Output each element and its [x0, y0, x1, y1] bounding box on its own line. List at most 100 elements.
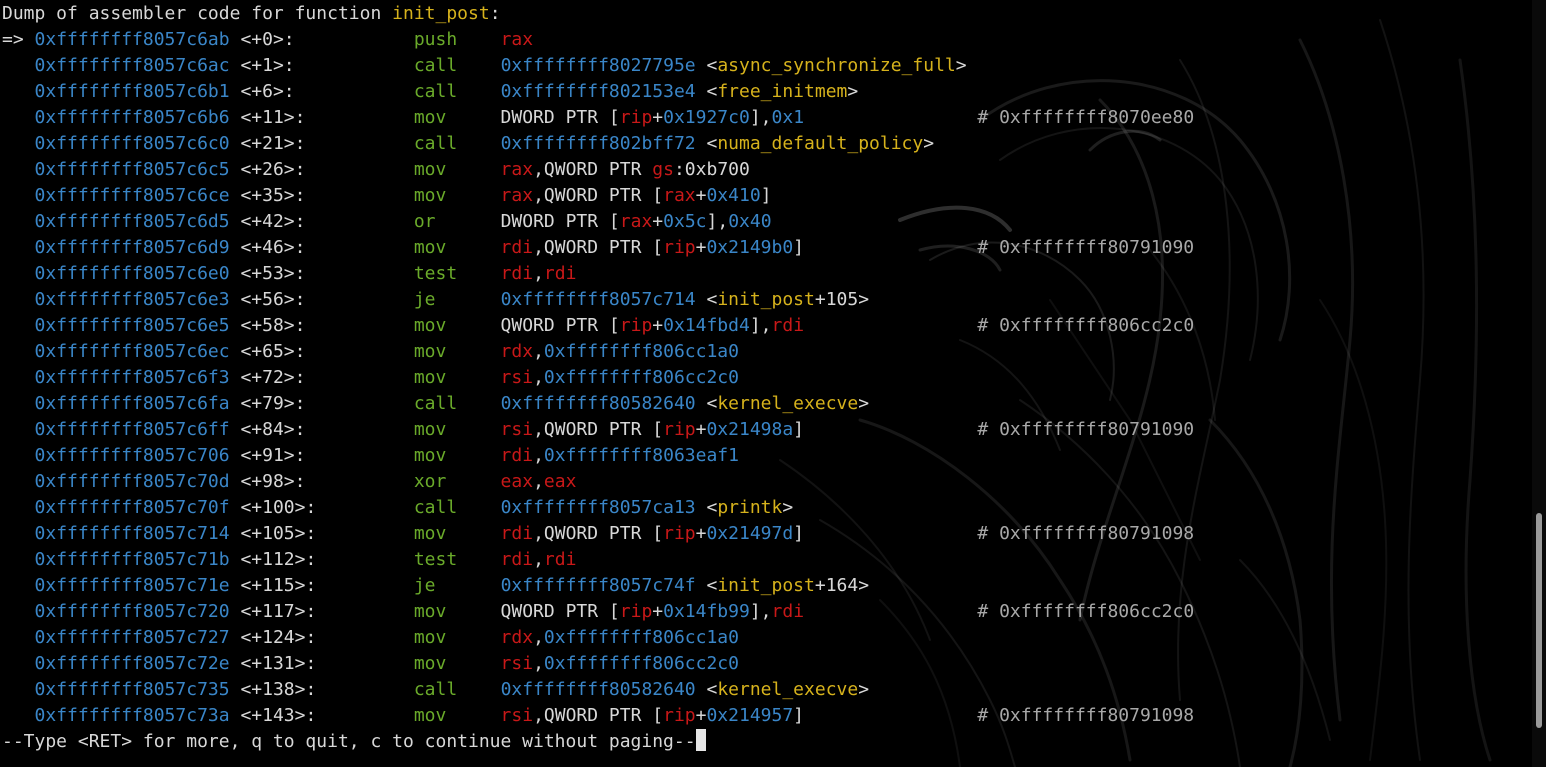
- scrollbar[interactable]: [1532, 0, 1546, 767]
- instruction-operand: 0xffffffff8057c714: [500, 289, 696, 310]
- instruction-operand: rax: [500, 29, 534, 50]
- instruction-operand: 0xffffffff806cc2c0: [543, 653, 739, 674]
- current-instruction-marker: [2, 471, 35, 492]
- instruction-operand: DWORD PTR [: [500, 107, 620, 128]
- instruction-operand: 0x40: [728, 211, 772, 232]
- current-instruction-marker: [2, 497, 35, 518]
- instruction-row: 0xffffffff8057c6d5 <+42>: or DWORD PTR […: [2, 209, 1194, 235]
- current-instruction-marker: [2, 575, 35, 596]
- instruction-comment: # 0xffffffff8070ee80: [977, 107, 1195, 128]
- scrollbar-thumb[interactable]: [1536, 513, 1542, 728]
- instruction-operand: <: [695, 575, 718, 596]
- instruction-address: 0xffffffff8057c73a: [34, 705, 230, 726]
- instruction-offset: <+46>:: [240, 237, 306, 258]
- instruction-operand: rax: [663, 185, 696, 206]
- instruction-operand: rdi: [500, 549, 534, 570]
- instruction-mnemonic: or: [413, 211, 436, 232]
- instruction-operand: rip: [619, 315, 653, 336]
- header-segment: init_post: [392, 3, 490, 24]
- text-cursor: [695, 729, 706, 751]
- instruction-operand: 0x21497d: [706, 523, 794, 544]
- instruction-mnemonic: mov: [413, 107, 447, 128]
- instruction-row: 0xffffffff8057c6c5 <+26>: mov rax,QWORD …: [2, 157, 1194, 183]
- instruction-comment: # 0xffffffff80791090: [977, 419, 1195, 440]
- terminal-window[interactable]: Dump of assembler code for function init…: [0, 0, 1546, 767]
- instruction-row: 0xffffffff8057c6ec <+65>: mov rdx,0xffff…: [2, 339, 1194, 365]
- instruction-operand: <: [695, 55, 718, 76]
- current-instruction-marker: [2, 627, 35, 648]
- instruction-operand: ]: [793, 237, 805, 258]
- instruction-address: 0xffffffff8057c72e: [34, 653, 230, 674]
- instruction-offset: <+11>:: [240, 107, 306, 128]
- instruction-offset: <+42>:: [240, 211, 306, 232]
- current-instruction-marker: [2, 705, 35, 726]
- instruction-operand: rip: [663, 237, 696, 258]
- instruction-offset: <+100>:: [240, 497, 317, 518]
- instruction-offset: <+21>:: [240, 133, 306, 154]
- instruction-comment: # 0xffffffff80791098: [977, 705, 1195, 726]
- current-instruction-marker: [2, 601, 35, 622]
- instruction-row: 0xffffffff8057c73a <+143>: mov rsi,QWORD…: [2, 703, 1195, 729]
- instruction-operand: ,QWORD PTR [: [533, 705, 664, 726]
- instruction-mnemonic: call: [413, 497, 458, 518]
- instruction-operand: gs: [652, 159, 674, 180]
- instruction-row: => 0xffffffff8057c6ab <+0>: push rax: [2, 27, 1194, 53]
- current-instruction-marker: [2, 523, 35, 544]
- instruction-operand: 0xffffffff806cc1a0: [543, 341, 739, 362]
- instruction-row: 0xffffffff8057c71e <+115>: je 0xffffffff…: [2, 573, 1194, 599]
- instruction-operand: ]: [760, 185, 772, 206]
- instruction-operand: 0xffffffff8057c74f: [500, 575, 696, 596]
- instruction-operand: ],: [706, 211, 729, 232]
- instruction-operand: rdi: [500, 445, 534, 466]
- instruction-operand: ,: [533, 367, 544, 388]
- instruction-operand: rdi: [500, 523, 534, 544]
- instruction-operand: <: [695, 497, 718, 518]
- pager-prompt: --Type <RET> for more, q to quit, c to c…: [2, 729, 1194, 755]
- instruction-operand: ]: [793, 705, 805, 726]
- current-instruction-marker: [2, 653, 35, 674]
- instruction-mnemonic: test: [413, 549, 458, 570]
- instruction-operand: ]: [793, 523, 805, 544]
- terminal-output[interactable]: Dump of assembler code for function init…: [2, 1, 1194, 755]
- instruction-operand: 0xffffffff806cc1a0: [543, 627, 739, 648]
- instruction-row: 0xffffffff8057c6f3 <+72>: mov rsi,0xffff…: [2, 365, 1194, 391]
- instruction-comment: # 0xffffffff80791090: [977, 237, 1195, 258]
- header-segment: :: [489, 3, 501, 24]
- instruction-address: 0xffffffff8057c71e: [34, 575, 230, 596]
- current-instruction-marker: [2, 419, 35, 440]
- instruction-operand: <: [695, 679, 718, 700]
- current-instruction-marker: [2, 445, 35, 466]
- instruction-operand: ]: [793, 419, 805, 440]
- instruction-row: 0xffffffff8057c6b6 <+11>: mov DWORD PTR …: [2, 105, 1195, 131]
- instruction-operand: 0x5c: [663, 211, 707, 232]
- instruction-operand: rip: [663, 419, 696, 440]
- instruction-operand: ,QWORD PTR [: [533, 523, 664, 544]
- instruction-mnemonic: je: [413, 575, 436, 596]
- instruction-operand: rsi: [500, 419, 534, 440]
